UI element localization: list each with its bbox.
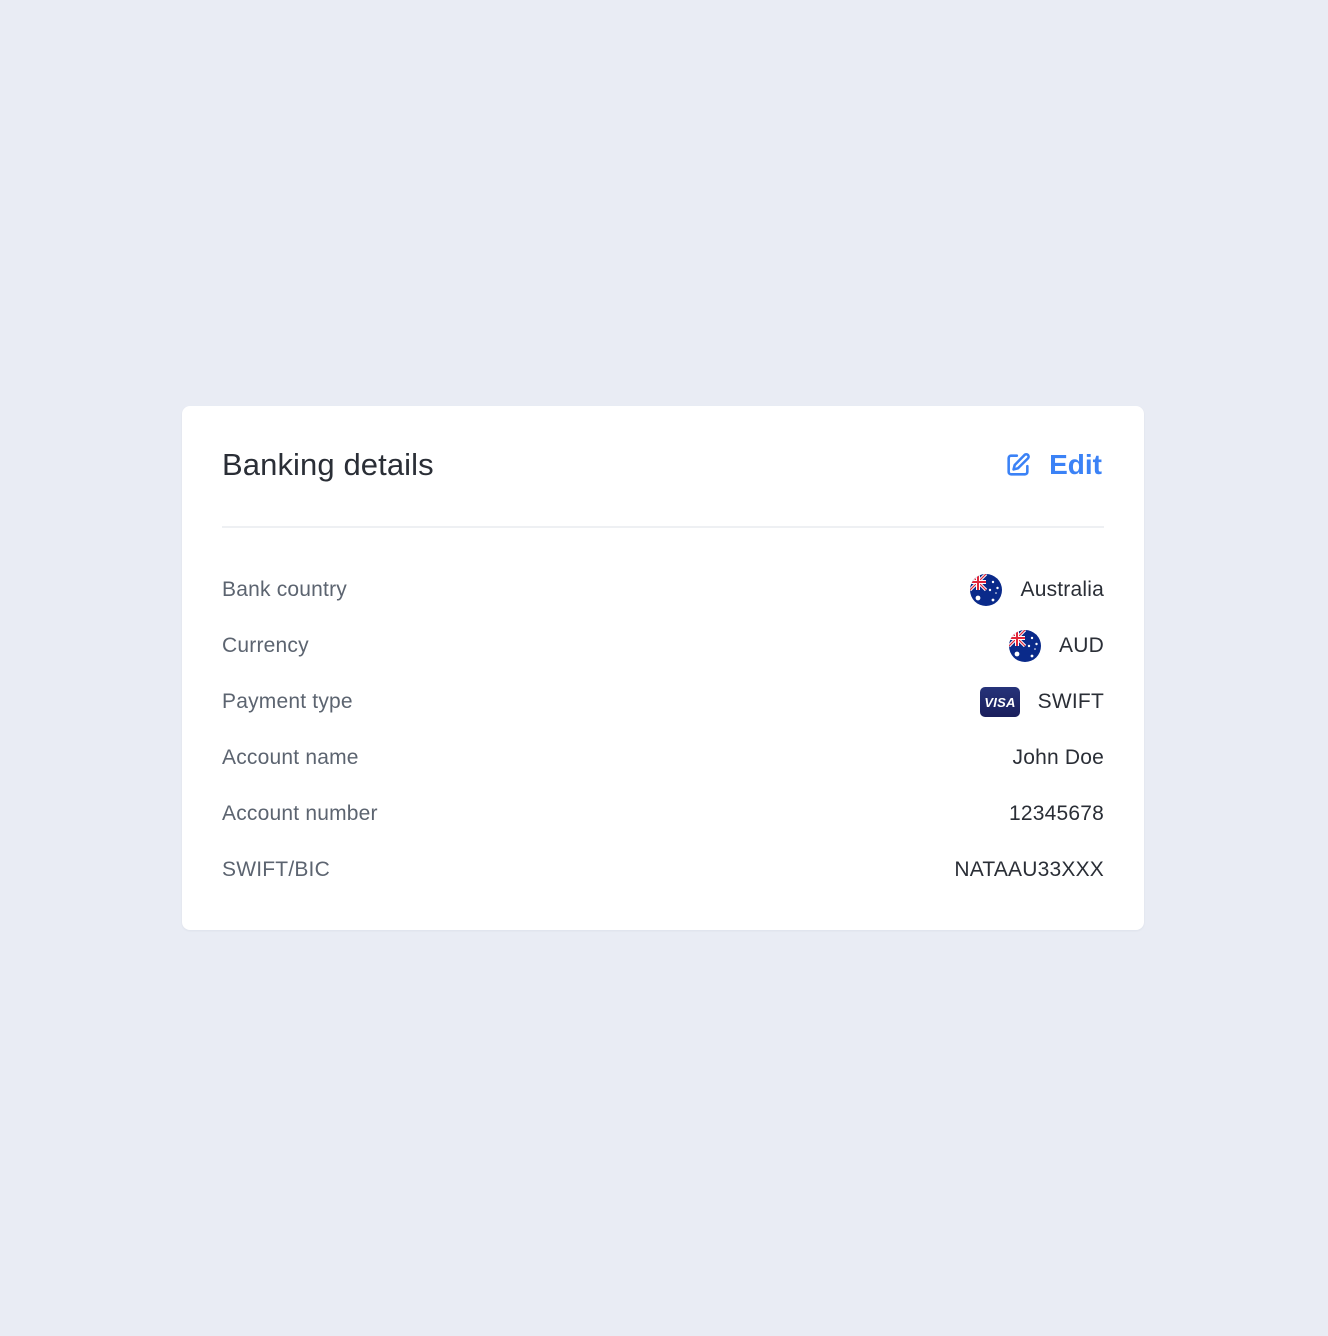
edit-label: Edit xyxy=(1049,449,1102,480)
banking-details-card: Banking details Edit Bank country Austra… xyxy=(182,406,1144,930)
australia-flag-icon xyxy=(970,574,1003,606)
edit-button[interactable]: Edit xyxy=(1004,449,1102,481)
detail-value: AUD xyxy=(1059,634,1104,657)
detail-label: Account number xyxy=(222,802,378,825)
detail-value: 12345678 xyxy=(1008,802,1104,825)
detail-label: Payment type xyxy=(222,690,353,713)
detail-value-group: NATAAU33XXX xyxy=(954,858,1104,882)
detail-row-account-number: Account number 12345678 xyxy=(222,786,1104,842)
detail-value-group: VISA SWIFT xyxy=(979,687,1104,717)
detail-row-bank-country: Bank country Australia xyxy=(222,562,1104,618)
edit-icon xyxy=(1004,451,1032,479)
visa-icon: VISA xyxy=(979,687,1020,717)
card-title: Banking details xyxy=(222,447,434,482)
detail-label: SWIFT/BIC xyxy=(222,858,330,881)
detail-row-swift-bic: SWIFT/BIC NATAAU33XXX xyxy=(222,842,1104,898)
detail-value-group: 12345678 xyxy=(1009,802,1104,826)
detail-value: Australia xyxy=(1020,578,1104,601)
detail-label: Currency xyxy=(222,634,309,657)
detail-label: Account name xyxy=(222,746,359,769)
detail-value: NATAAU33XXX xyxy=(954,858,1104,881)
detail-value: SWIFT xyxy=(1037,690,1104,713)
detail-row-payment-type: Payment type VISA SWIFT xyxy=(222,674,1104,730)
card-header: Banking details Edit xyxy=(222,406,1104,528)
details-list: Bank country Australia Currency AUD Paym… xyxy=(222,528,1104,898)
detail-row-currency: Currency AUD xyxy=(222,618,1104,674)
detail-label: Bank country xyxy=(222,578,347,601)
detail-value-group: Australia xyxy=(970,574,1104,606)
australia-flag-icon xyxy=(1009,630,1042,662)
detail-value-group: AUD xyxy=(1009,630,1104,662)
detail-value-group: John Doe xyxy=(1013,746,1105,770)
detail-value: John Doe xyxy=(1012,746,1104,769)
detail-row-account-name: Account name John Doe xyxy=(222,730,1104,786)
svg-text:VISA: VISA xyxy=(984,695,1015,710)
